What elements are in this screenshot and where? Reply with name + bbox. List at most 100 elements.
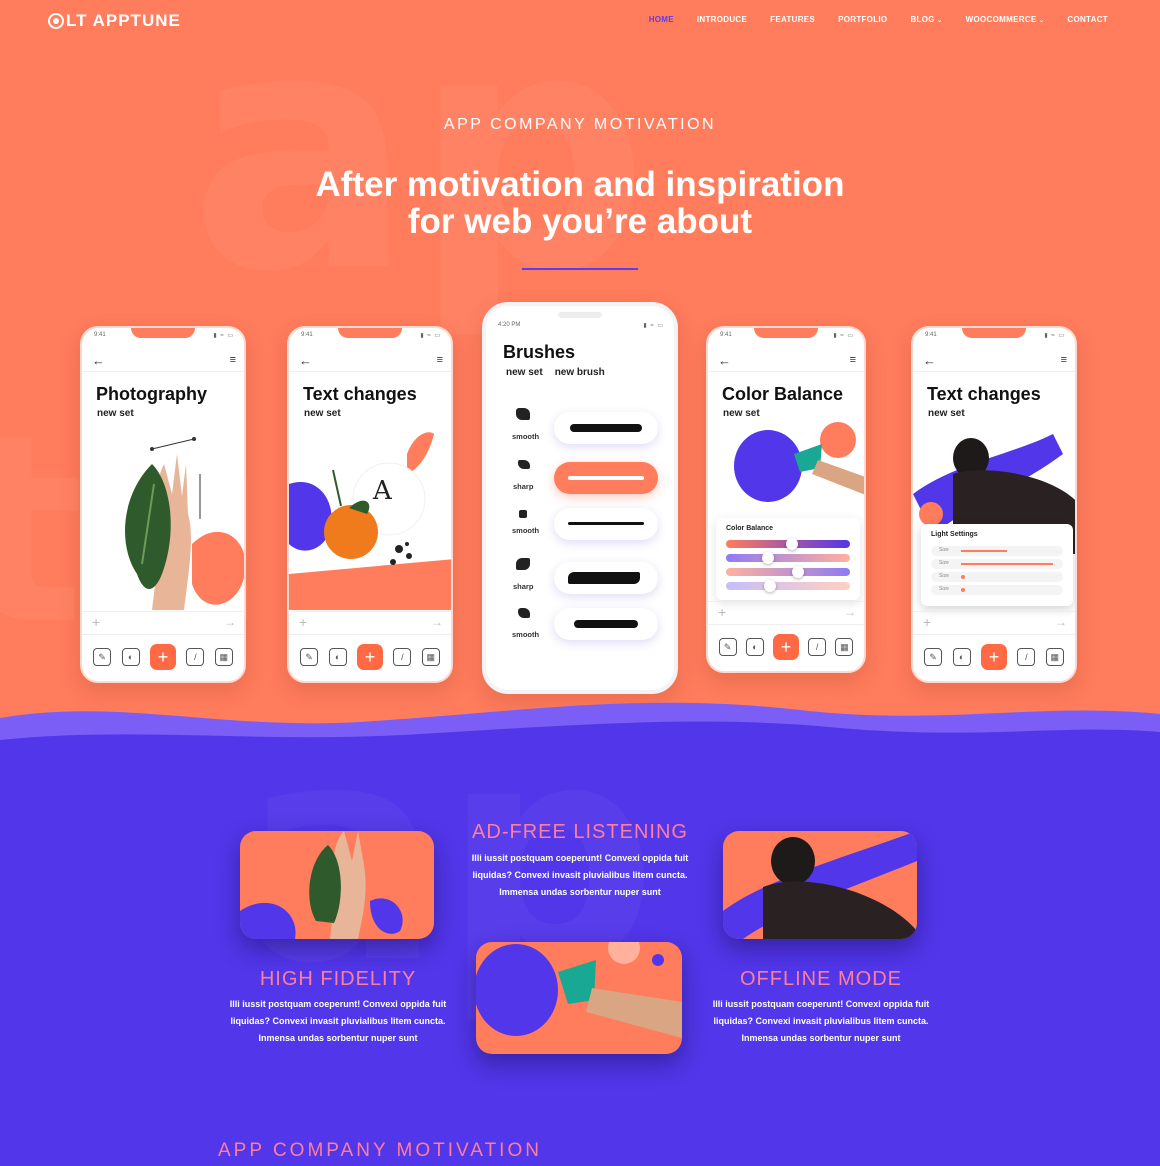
brush-shape-icon — [518, 608, 530, 618]
phone-input-bar[interactable]: + → — [913, 611, 1075, 635]
slider-handle[interactable] — [792, 566, 804, 578]
setting-row[interactable]: Size — [931, 585, 1063, 595]
brush-preview — [554, 412, 658, 444]
back-arrow-icon: ← — [92, 353, 105, 368]
feature-card-image — [476, 942, 682, 1054]
brush-icon[interactable]: / — [1017, 648, 1036, 666]
nav-blog[interactable]: BLOG — [910, 15, 934, 24]
nav-home[interactable]: HOME — [649, 15, 674, 24]
setting-slider[interactable] — [961, 563, 1053, 565]
phone-topbar: ← ≡ — [708, 350, 864, 372]
setting-slider[interactable] — [961, 550, 1007, 552]
slider-handle[interactable] — [762, 552, 774, 564]
palette-icon[interactable]: ◐ — [952, 648, 971, 666]
gallery-icon[interactable]: ▦ — [421, 648, 440, 666]
phone-topbar: ← ≡ — [82, 350, 244, 372]
status-time: 9:41 — [925, 332, 937, 338]
pen-tool-icon[interactable]: ✎ — [718, 638, 737, 656]
add-button[interactable]: + — [356, 644, 383, 670]
headline-divider — [522, 268, 638, 270]
panel-title: Color Balance — [726, 525, 774, 532]
nav-features[interactable]: FEATURES — [770, 15, 815, 24]
gallery-icon[interactable]: ▦ — [214, 648, 233, 666]
brand-logo[interactable]: LT APPTUNE — [48, 11, 181, 31]
setting-row[interactable]: Size — [931, 559, 1063, 569]
palette-icon[interactable]: ◐ — [745, 638, 764, 656]
add-button[interactable]: + — [149, 644, 176, 670]
nav-woocommerce-wrap[interactable]: WOOCOMMERCE ⌄ — [966, 15, 1045, 24]
brush-shape-icon — [516, 558, 530, 570]
brush-preview — [554, 562, 658, 594]
add-icon: + — [923, 614, 932, 630]
gallery-icon[interactable]: ▦ — [1045, 648, 1064, 666]
hand-leaf-illustration — [125, 437, 244, 610]
brand-name: LT APPTUNE — [66, 11, 181, 30]
slider-handle[interactable] — [764, 580, 776, 592]
brush-icon[interactable]: / — [808, 638, 827, 656]
brush-stroke — [568, 476, 644, 480]
brush-stroke — [574, 620, 638, 628]
feature-card-image — [240, 831, 434, 939]
brush-row[interactable]: smooth — [508, 608, 668, 658]
status-icons: ▮ ≈ ▭ — [643, 323, 664, 329]
brush-label: sharp — [513, 482, 534, 491]
phone-mockup-text-changes: 9:41 ▮ ≈ ▭ ← ≡ Text changes new set A + … — [287, 326, 453, 683]
phone-mockup-color-balance: 9:41 ▮ ≈ ▭ ← ≡ Color Balance new set Col… — [706, 326, 866, 673]
color-slider[interactable] — [726, 538, 850, 550]
brush-icon[interactable]: / — [393, 648, 412, 666]
pen-tool-icon[interactable]: ✎ — [300, 648, 319, 666]
brush-row[interactable]: smooth — [508, 408, 668, 458]
brush-shape-icon — [518, 460, 530, 469]
setting-row[interactable]: Size — [931, 572, 1063, 582]
feature-title-ad-free: AD-FREE LISTENING — [472, 821, 688, 843]
nav-contact[interactable]: CONTACT — [1067, 15, 1108, 24]
setting-slider[interactable] — [961, 588, 965, 592]
brush-row[interactable]: sharp — [508, 558, 668, 608]
phone-subtitle: new set — [97, 408, 134, 419]
phone-input-bar[interactable]: + → — [82, 611, 244, 635]
nav-woocommerce[interactable]: WOOCOMMERCE — [966, 15, 1037, 24]
brush-stroke — [568, 522, 644, 525]
features-section: ap AD-FREE LISTENING Illi iussit postqua… — [0, 740, 1160, 1166]
pen-tool-icon[interactable]: ✎ — [924, 648, 943, 666]
color-slider[interactable] — [726, 552, 850, 564]
top-navigation: LT APPTUNE HOME INTRODUCE FEATURES PORTF… — [0, 0, 1160, 42]
pen-tool-icon[interactable]: ✎ — [93, 648, 112, 666]
brush-icon[interactable]: / — [186, 648, 205, 666]
brush-tabs: new set new brush — [506, 367, 605, 378]
color-slider[interactable] — [726, 566, 850, 578]
slider-handle[interactable] — [786, 538, 798, 550]
brush-row[interactable]: smooth — [508, 508, 668, 558]
phone-input-bar[interactable]: + → — [708, 601, 864, 625]
add-button[interactable]: + — [980, 644, 1007, 670]
tab-new-set[interactable]: new set — [506, 367, 543, 378]
phone-topbar: ← ≡ — [289, 350, 451, 372]
brush-label: smooth — [512, 526, 540, 535]
phone-notch — [338, 328, 402, 338]
color-slider[interactable] — [726, 580, 850, 592]
palette-icon[interactable]: ◐ — [121, 648, 140, 666]
phone-subtitle: new set — [928, 408, 965, 419]
tab-new-brush[interactable]: new brush — [555, 367, 605, 378]
brush-row-selected[interactable]: sharp — [508, 458, 668, 508]
panel-title: Light Settings — [931, 531, 978, 538]
status-time: 9:41 — [720, 332, 732, 338]
gallery-icon[interactable]: ▦ — [835, 638, 854, 656]
nav-introduce[interactable]: INTRODUCE — [697, 15, 747, 24]
phone-toolbar: ✎ ◐ + / ▦ — [708, 629, 864, 665]
hero-section: ap tu LT APPTUNE HOME INTRODUCE FEATURES… — [0, 0, 1160, 760]
setting-slider[interactable] — [961, 575, 965, 579]
setting-label: Size — [939, 586, 949, 592]
nav-blog-wrap[interactable]: BLOG ⌄ — [910, 15, 942, 24]
setting-row[interactable]: Size — [931, 546, 1063, 556]
add-icon: + — [92, 614, 101, 630]
headline-line-1: After motivation and inspiration — [315, 165, 845, 204]
text-tool-glyph: A — [373, 476, 392, 506]
phone-topbar: ← ≡ — [913, 350, 1075, 372]
brush-stroke — [570, 424, 642, 432]
palette-icon[interactable]: ◐ — [328, 648, 347, 666]
add-button[interactable]: + — [772, 634, 799, 660]
phone-input-bar[interactable]: + → — [289, 611, 451, 635]
phone-speaker — [558, 312, 602, 318]
nav-portfolio[interactable]: PORTFOLIO — [838, 15, 887, 24]
